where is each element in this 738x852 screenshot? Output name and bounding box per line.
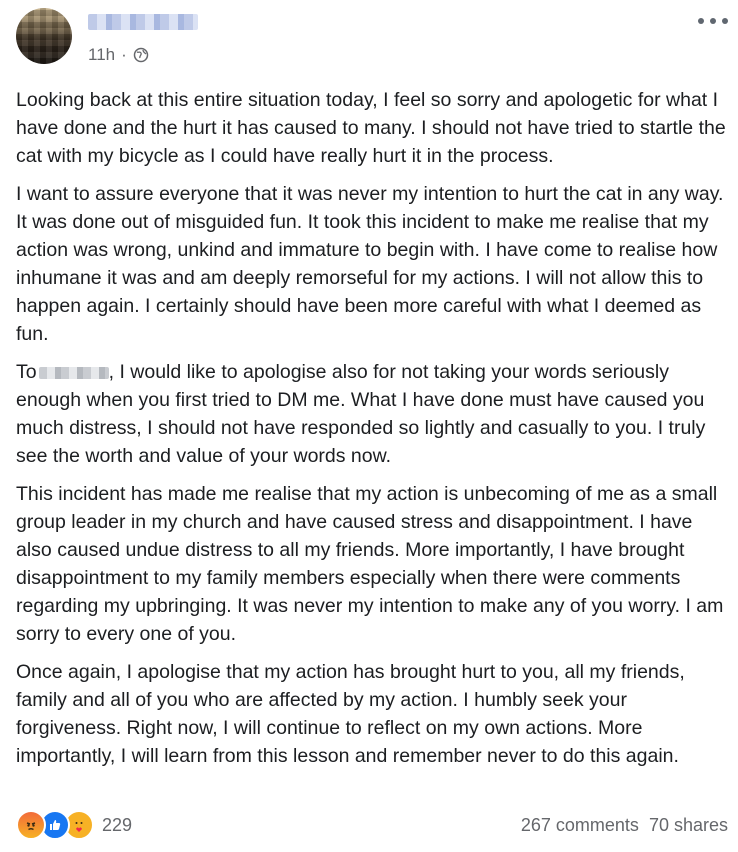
paragraph-3-prefix: To [16,361,37,383]
meta-separator: · [121,45,127,64]
post-paragraph-1: Looking back at this entire situation to… [16,89,726,167]
paragraph-3-text: , I would like to apologise also for not… [16,361,706,467]
reaction-count: 229 [102,814,133,835]
reactions-summary[interactable]: 229 [16,810,132,840]
shares-count[interactable]: 70 shares [649,815,728,836]
post-paragraph-5: Once again, I apologise that my action h… [16,661,685,767]
post-body: Looking back at this entire situation to… [16,86,726,780]
avatar[interactable] [16,8,72,64]
post-paragraph-3: To, I would like to apologise also for n… [16,358,726,470]
comments-count[interactable]: 267 comments [521,815,639,836]
author-name-blurred[interactable] [88,14,198,30]
post-paragraph-4: This incident has made me realise that m… [16,483,724,645]
post-footer: 229 267 comments 70 shares [16,808,728,842]
post-time[interactable]: 11h [88,45,115,65]
angry-reaction-icon [16,810,46,840]
tagged-name-blurred[interactable] [38,366,109,379]
facebook-post: 11h · Looking back at this entire situat… [0,0,738,852]
post-meta: 11h · [88,45,149,65]
more-options-icon[interactable] [698,12,728,30]
post-paragraph-2: I want to assure everyone that it was ne… [16,183,724,345]
post-stats: 267 comments 70 shares [521,815,728,836]
globe-icon [133,47,149,63]
